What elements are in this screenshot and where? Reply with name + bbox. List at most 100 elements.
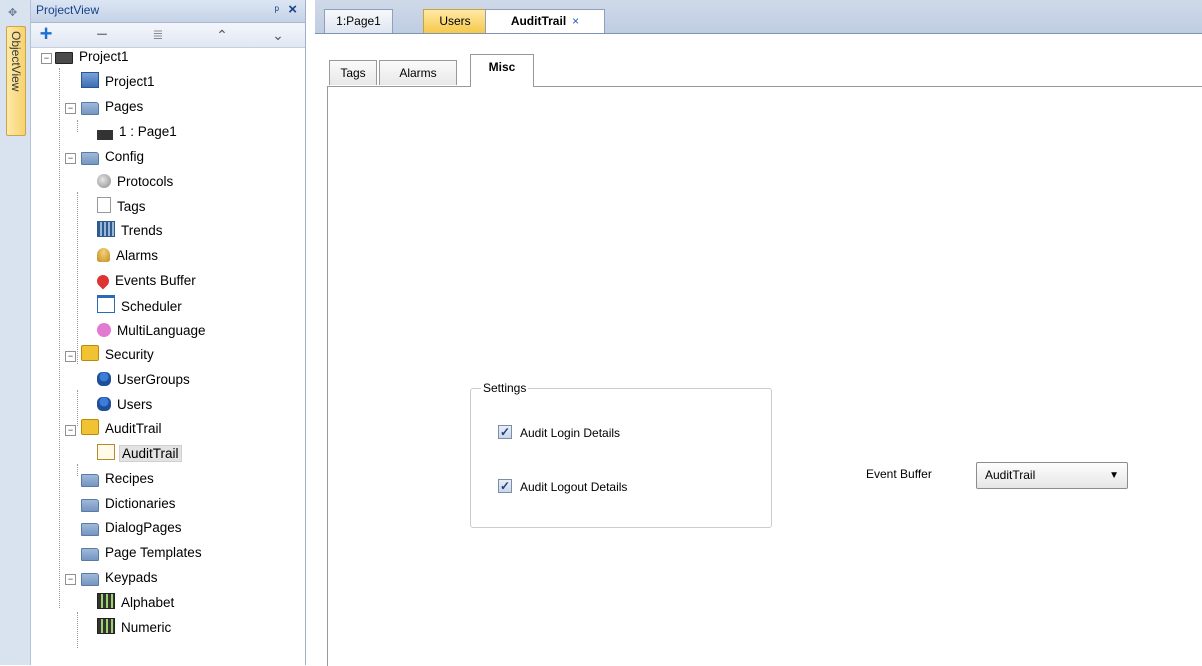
tab-label: Misc	[488, 60, 516, 74]
misc-tab-body: Settings Audit Login Details Audit Logou…	[327, 86, 1202, 666]
lock-folder-icon	[81, 419, 99, 435]
tree-item-label: Alarms	[116, 248, 159, 263]
tree-item-dialogpages[interactable]: DialogPages	[81, 517, 184, 539]
folder-icon	[81, 152, 99, 165]
audit-icon	[97, 444, 115, 460]
tree-item-usergroups[interactable]: UserGroups	[97, 369, 192, 391]
tree-item-label: Project1	[79, 49, 129, 64]
keypad-icon	[97, 618, 115, 634]
tree-item-label: Numeric	[121, 620, 172, 635]
objectview-tab-label: ObjectView	[9, 31, 23, 92]
tree-item-protocols[interactable]: Protocols	[97, 171, 175, 193]
collapse-icon[interactable]: −	[65, 351, 76, 362]
protocols-icon	[97, 174, 111, 188]
move-up-icon[interactable]: ⌃	[211, 25, 233, 45]
collapse-icon[interactable]: −	[65, 574, 76, 585]
tree-item-project-settings[interactable]: Project1	[81, 71, 157, 93]
folder-icon	[81, 573, 99, 586]
tree-item-label: Events Buffer	[115, 273, 196, 288]
tree-item-numeric[interactable]: Numeric	[97, 617, 173, 639]
pin-panel-icon[interactable]: ᵖ	[274, 3, 279, 17]
tree-item-users[interactable]: Users	[97, 394, 154, 416]
collapse-icon[interactable]: −	[65, 425, 76, 436]
objectview-tab[interactable]: ObjectView	[6, 26, 26, 136]
tab-label: Alarms	[399, 66, 437, 80]
keypad-icon	[97, 593, 115, 609]
collapse-icon[interactable]: −	[65, 153, 76, 164]
tree-item-events-buffer[interactable]: Events Buffer	[94, 270, 198, 292]
audit-logout-row: Audit Logout Details	[498, 478, 627, 495]
tree-item-label: Security	[105, 347, 154, 362]
tree-item-scheduler[interactable]: Scheduler	[97, 295, 184, 317]
language-icon	[97, 323, 111, 337]
tree-item-page1[interactable]: 1 : Page1	[97, 121, 179, 143]
folder-icon	[81, 548, 99, 561]
tree-item-label: UserGroups	[117, 372, 190, 387]
close-tab-icon[interactable]: ×	[572, 14, 579, 28]
tab-page1[interactable]: 1:Page1	[324, 9, 393, 33]
audit-tab-control: Tags Alarms Misc	[327, 54, 1202, 87]
tree-item-label: Config	[105, 149, 145, 164]
project-tree: − Project1 Project1 − Pages 1 : Page1 − …	[31, 46, 305, 665]
users-icon	[97, 397, 111, 411]
panel-header: ProjectView ᵖ ×	[31, 0, 305, 23]
page-icon	[97, 130, 113, 140]
tree-item-recipes[interactable]: Recipes	[81, 468, 156, 490]
tree-item-dictionaries[interactable]: Dictionaries	[81, 493, 178, 515]
properties-icon[interactable]: ≣	[147, 25, 169, 45]
dropdown-arrow-icon: ▼	[1109, 470, 1119, 481]
tree-item-tags[interactable]: Tags	[97, 196, 148, 218]
tree-item-label: Tags	[117, 199, 146, 214]
tree-item-page-templates[interactable]: Page Templates	[81, 542, 204, 564]
tree-item-alphabet[interactable]: Alphabet	[97, 592, 176, 614]
tree-item-label: AuditTrail	[105, 421, 162, 436]
audit-login-row: Audit Login Details	[498, 424, 620, 441]
remove-icon[interactable]: −	[91, 25, 113, 45]
tree-item-multilanguage[interactable]: MultiLanguage	[97, 320, 208, 342]
project-settings-icon	[81, 72, 99, 88]
tree-item-label: Protocols	[117, 174, 174, 189]
tab-alarms[interactable]: Alarms	[379, 60, 457, 85]
tree-item-label: Scheduler	[121, 299, 182, 314]
folder-icon	[81, 523, 99, 536]
pin-icon[interactable]: ✥	[8, 6, 22, 20]
add-icon[interactable]: +	[35, 23, 57, 45]
tree-item-alarms[interactable]: Alarms	[97, 245, 160, 267]
folder-icon	[81, 102, 99, 115]
tree-item-trends[interactable]: Trends	[97, 220, 165, 242]
folder-icon	[81, 499, 99, 512]
trends-icon	[97, 221, 115, 237]
settings-legend: Settings	[481, 381, 529, 395]
close-panel-icon[interactable]: ×	[288, 1, 297, 18]
tree-item-label: Page Templates	[105, 545, 202, 560]
tree-item-label: Recipes	[105, 471, 154, 486]
tree-item-label: 1 : Page1	[119, 124, 177, 139]
tree-item-label: Project1	[105, 74, 155, 89]
audit-login-checkbox[interactable]	[498, 424, 512, 440]
objectview-strip: ✥ ObjectView	[0, 0, 31, 665]
settings-group: Settings Audit Login Details Audit Logou…	[470, 381, 772, 528]
tree-item-label: Pages	[105, 99, 144, 114]
move-down-icon[interactable]: ⌄	[267, 25, 289, 45]
event-buffer-label: Event Buffer	[866, 467, 932, 481]
tab-label: 1:Page1	[336, 14, 381, 28]
tree-item-label: Keypads	[105, 570, 158, 585]
pin-icon	[94, 272, 112, 290]
tree-item-label: Users	[117, 397, 153, 412]
document-tabs: 1:Page1 Users AuditTrail ×	[315, 0, 1202, 34]
tags-icon	[97, 197, 111, 213]
tree-item-label: MultiLanguage	[117, 323, 206, 338]
tab-audittrail[interactable]: AuditTrail ×	[485, 9, 605, 33]
tree-item-audittrail[interactable]: AuditTrail	[97, 443, 182, 465]
tree-item-label: Alphabet	[121, 595, 175, 610]
event-buffer-select[interactable]: AuditTrail ▼	[976, 462, 1128, 489]
collapse-icon[interactable]: −	[41, 53, 52, 64]
folder-icon	[81, 474, 99, 487]
document-area: 1:Page1 Users AuditTrail × Tags Alarms Mi…	[315, 0, 1202, 666]
tab-users[interactable]: Users	[423, 9, 487, 33]
tab-misc[interactable]: Misc	[470, 54, 534, 87]
collapse-icon[interactable]: −	[65, 103, 76, 114]
audit-logout-checkbox[interactable]	[498, 478, 512, 494]
tab-tags[interactable]: Tags	[329, 60, 377, 85]
lock-folder-icon	[81, 345, 99, 361]
